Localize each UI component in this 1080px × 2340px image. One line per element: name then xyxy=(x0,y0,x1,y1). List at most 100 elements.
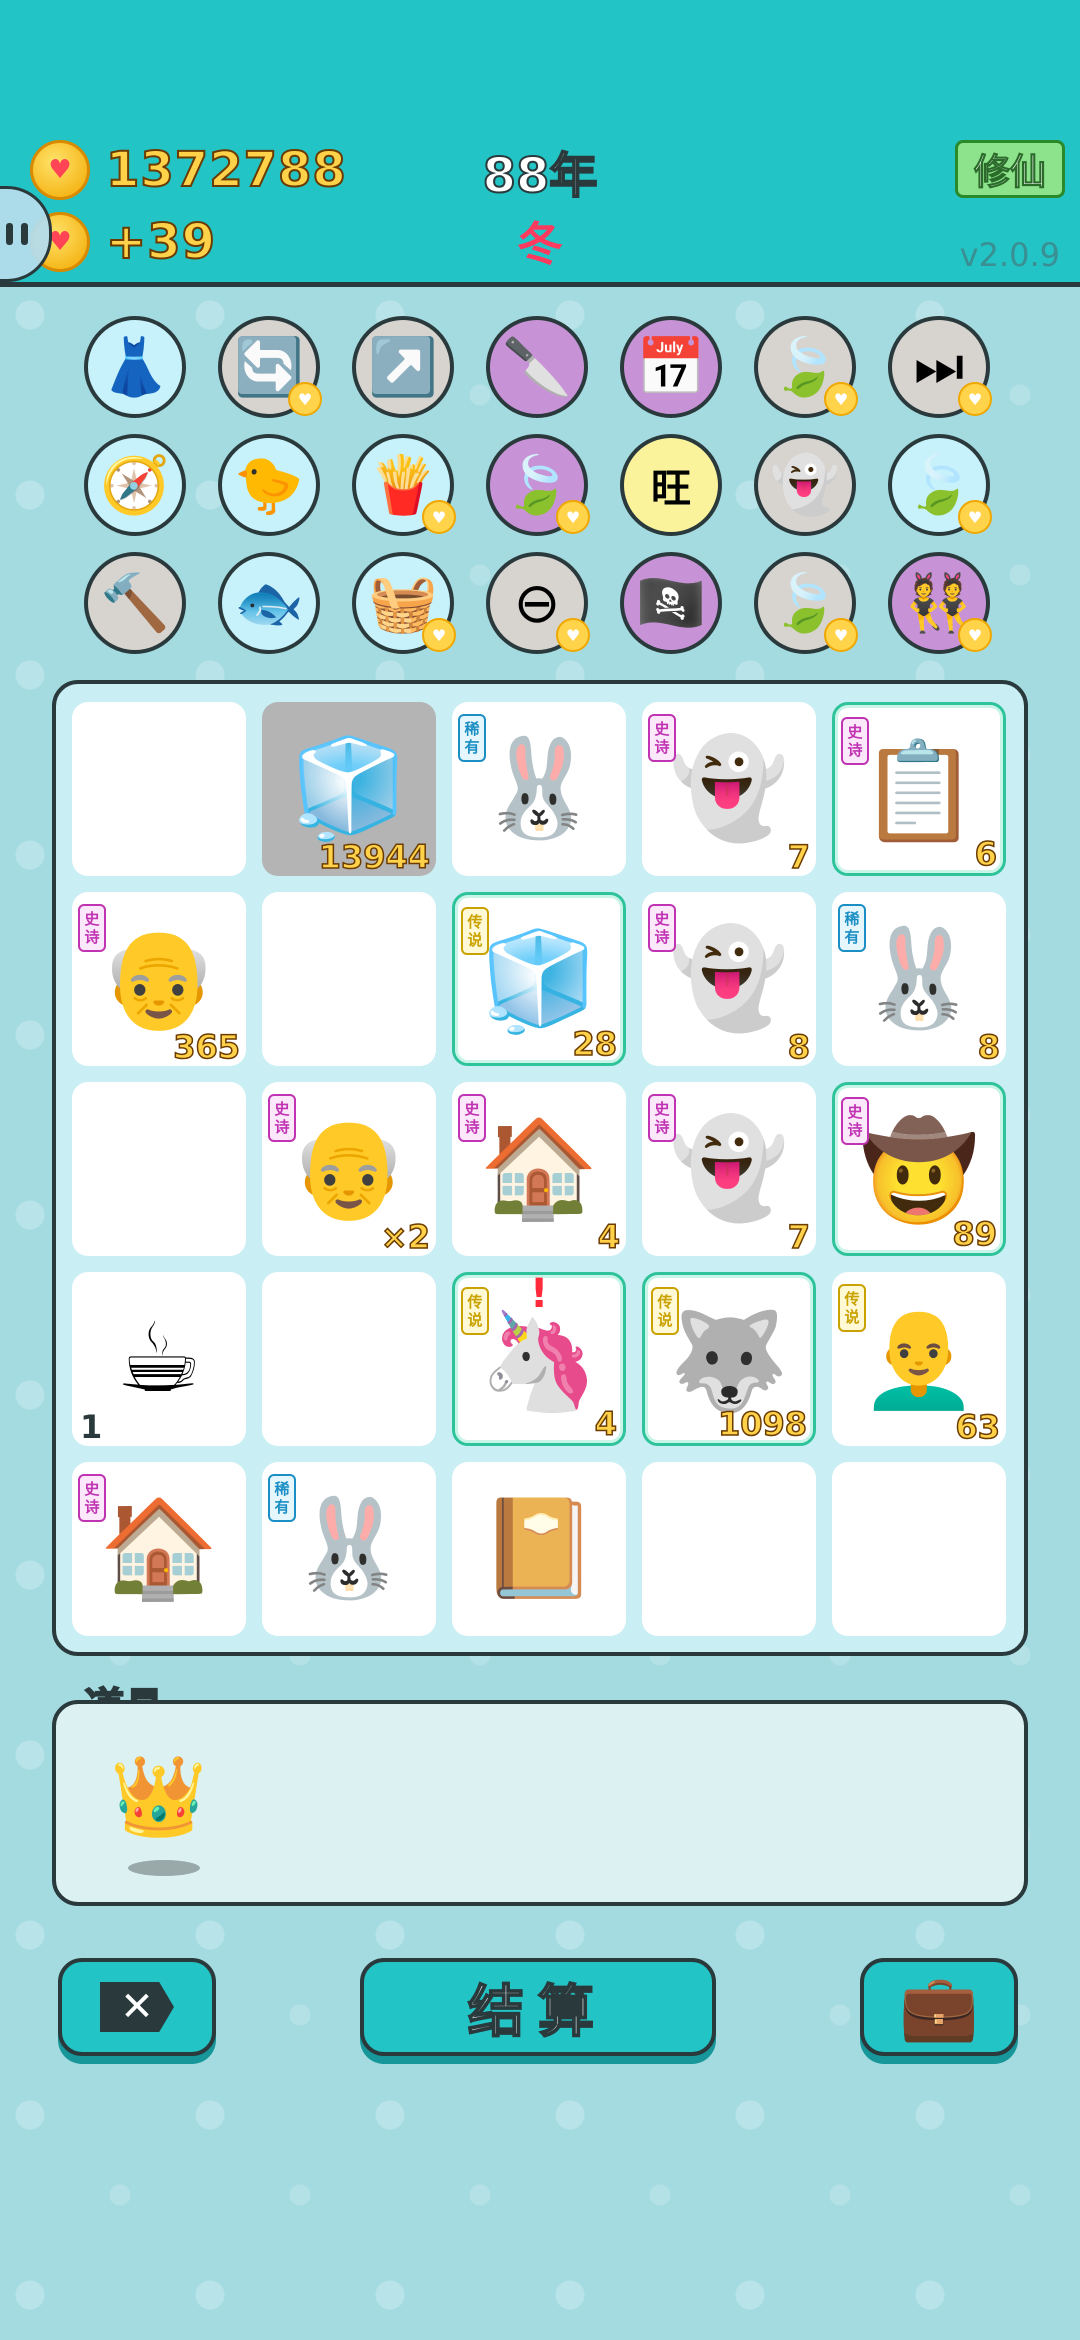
heart-badge-icon: ♥ xyxy=(288,382,322,416)
board-cell[interactable]: 🏠 史诗 xyxy=(72,1462,246,1636)
board-cell[interactable]: 👴 史诗 365 xyxy=(72,892,246,1066)
symbol-glyph: 🔨 xyxy=(100,571,170,636)
cell-count: 28 xyxy=(572,1024,618,1063)
cell-count: 7 xyxy=(787,837,811,876)
symbol-leaf-icon[interactable]: 🍃 ♥ xyxy=(888,434,992,536)
board-cell[interactable] xyxy=(72,1082,246,1256)
rarity-tag: 稀有 xyxy=(838,904,866,952)
heart-badge-icon: ♥ xyxy=(958,500,992,534)
cell-count: 1098 xyxy=(717,1404,808,1443)
version-label: v2.0.9 xyxy=(959,236,1060,274)
symbol-leaf-icon[interactable]: 🍃 ♥ xyxy=(754,552,858,654)
board-cell[interactable]: 🐰 稀有 xyxy=(452,702,626,876)
symbol-fruit-basket-icon[interactable]: 🧺 ♥ xyxy=(352,552,456,654)
board-cell[interactable]: 🧊 13944 xyxy=(262,702,436,876)
symbol-glyph: ↗️ xyxy=(368,335,438,400)
symbol-wang-text-icon[interactable]: 旺 xyxy=(620,434,722,536)
cell-count: 365 xyxy=(172,1027,240,1066)
board-cell[interactable] xyxy=(72,702,246,876)
rarity-tag: 传说 xyxy=(461,907,489,955)
board-cell[interactable] xyxy=(642,1462,816,1636)
symbol-cleaver-icon[interactable]: 🔪 xyxy=(486,316,588,418)
heart-badge-icon: ♥ xyxy=(958,618,992,652)
board-cell[interactable]: 📋 史诗 6 xyxy=(832,702,1006,876)
coin-amount: 1372788 xyxy=(105,141,347,199)
symbol-leaf-icon[interactable]: 🍃 ♥ xyxy=(754,316,858,418)
rarity-tag: 传说 xyxy=(461,1287,489,1335)
symbol-winking-ghost-icon[interactable]: 👻 xyxy=(754,434,856,536)
board-cell[interactable] xyxy=(832,1462,1006,1636)
pause-icon-bar xyxy=(21,223,28,245)
symbol-glyph: 🐟 xyxy=(234,571,304,636)
board-cell[interactable]: 🤠 史诗 89 xyxy=(832,1082,1006,1256)
coin-total: ♥ 1372788 xyxy=(30,140,347,200)
rarity-tag: 史诗 xyxy=(648,714,676,762)
cell-count: 6 xyxy=(974,834,998,873)
symbol-glyph: 📅 xyxy=(636,335,706,400)
rarity-tag: 稀有 xyxy=(268,1474,296,1522)
close-icon: ✕ xyxy=(100,1982,174,2032)
coin-income: ♥ +39 xyxy=(30,212,216,272)
symbol-fishbowl-icon[interactable]: 🐟 xyxy=(218,552,320,654)
board-cell[interactable]: 👻 史诗 7 xyxy=(642,1082,816,1256)
board-cell[interactable] xyxy=(262,892,436,1066)
pause-icon xyxy=(6,223,13,245)
year-label: 88年 xyxy=(482,147,599,205)
symbol-skirt-icon[interactable]: 👗 xyxy=(84,316,186,418)
symbol-leaf-icon[interactable]: 🍃 ♥ xyxy=(486,434,590,536)
board-cell[interactable]: 👻 史诗 8 xyxy=(642,892,816,1066)
symbol-skip-bar-icon[interactable]: ⏭ ♥ xyxy=(888,316,992,418)
symbol-calendar-icon[interactable]: 📅 xyxy=(620,316,722,418)
board-cell[interactable]: 🐰 稀有 xyxy=(262,1462,436,1636)
cell-count: ×2 xyxy=(380,1217,431,1256)
heart-badge-icon: ♥ xyxy=(958,382,992,416)
heart-badge-icon: ♥ xyxy=(422,500,456,534)
symbol-compass-icon[interactable]: 🧭 xyxy=(84,434,186,536)
symbol-glyph: ⏭ xyxy=(913,334,965,399)
board-cell[interactable] xyxy=(262,1272,436,1446)
symbol-hammer-icon[interactable]: 🔨 xyxy=(84,552,186,654)
symbol-minus-circle-icon[interactable]: ⊖ ♥ xyxy=(486,552,590,654)
symbol-glyph: 👗 xyxy=(100,335,170,400)
remove-button[interactable]: ✕ xyxy=(58,1958,216,2056)
symbol-glyph: 🔪 xyxy=(502,335,572,400)
coin-icon: ♥ xyxy=(30,140,90,200)
board-cell[interactable]: 🏠 史诗 4 xyxy=(452,1082,626,1256)
symbol-twins-icon[interactable]: 👯 ♥ xyxy=(888,552,992,654)
board-cell[interactable]: 🐺 传说 1098 xyxy=(642,1272,816,1446)
cell-symbol-icon: 📔 xyxy=(479,1492,599,1604)
heart-badge-icon: ♥ xyxy=(824,618,858,652)
cell-count: 1 xyxy=(80,1408,103,1446)
board-cell[interactable]: 📔 xyxy=(452,1462,626,1636)
symbol-glyph: ⊖ xyxy=(513,570,561,636)
board-cell[interactable]: 🐰 稀有 8 xyxy=(832,892,1006,1066)
symbol-recycle-icon[interactable]: 🔄 ♥ xyxy=(218,316,322,418)
inventory-button[interactable]: 💼 xyxy=(860,1958,1018,2056)
crown-shadow xyxy=(128,1860,200,1876)
cell-count: 63 xyxy=(955,1407,1001,1446)
board-cell[interactable]: 👻 史诗 7 xyxy=(642,702,816,876)
board-cell[interactable]: 🧊 传说 28 xyxy=(452,892,626,1066)
symbol-eyepatch-icon[interactable]: 🏴‍☠️ xyxy=(620,552,722,654)
symbol-arrow-up-right-icon[interactable]: ↗️ xyxy=(352,316,454,418)
cultivate-button[interactable]: 修仙 xyxy=(955,140,1065,198)
settle-button[interactable]: 结算 xyxy=(360,1958,716,2056)
board-cell[interactable]: 🦄 传说 4! xyxy=(452,1272,626,1446)
crown-item-icon[interactable]: 👑 xyxy=(110,1752,207,1843)
rarity-tag: 史诗 xyxy=(648,904,676,952)
symbol-glyph: 🐤 xyxy=(234,453,304,518)
rarity-tag: 传说 xyxy=(651,1287,679,1335)
season-label: 冬 xyxy=(517,217,563,271)
symbol-chick-egg-icon[interactable]: 🐤 xyxy=(218,434,320,536)
board-cell[interactable]: ☕ 1 xyxy=(72,1272,246,1446)
board-cell[interactable]: 👨‍🦲 传说 63 xyxy=(832,1272,1006,1446)
cell-count: 89 xyxy=(952,1214,998,1253)
rarity-tag: 稀有 xyxy=(458,714,486,762)
cell-count: 8 xyxy=(977,1027,1001,1066)
rarity-tag: 史诗 xyxy=(78,1474,106,1522)
symbol-fries-icon[interactable]: 🍟 ♥ xyxy=(352,434,456,536)
heart-badge-icon: ♥ xyxy=(824,382,858,416)
board-cell[interactable]: 👴 史诗 ×2 xyxy=(262,1082,436,1256)
alert-icon: ! xyxy=(530,1272,549,1317)
heart-badge-icon: ♥ xyxy=(556,618,590,652)
